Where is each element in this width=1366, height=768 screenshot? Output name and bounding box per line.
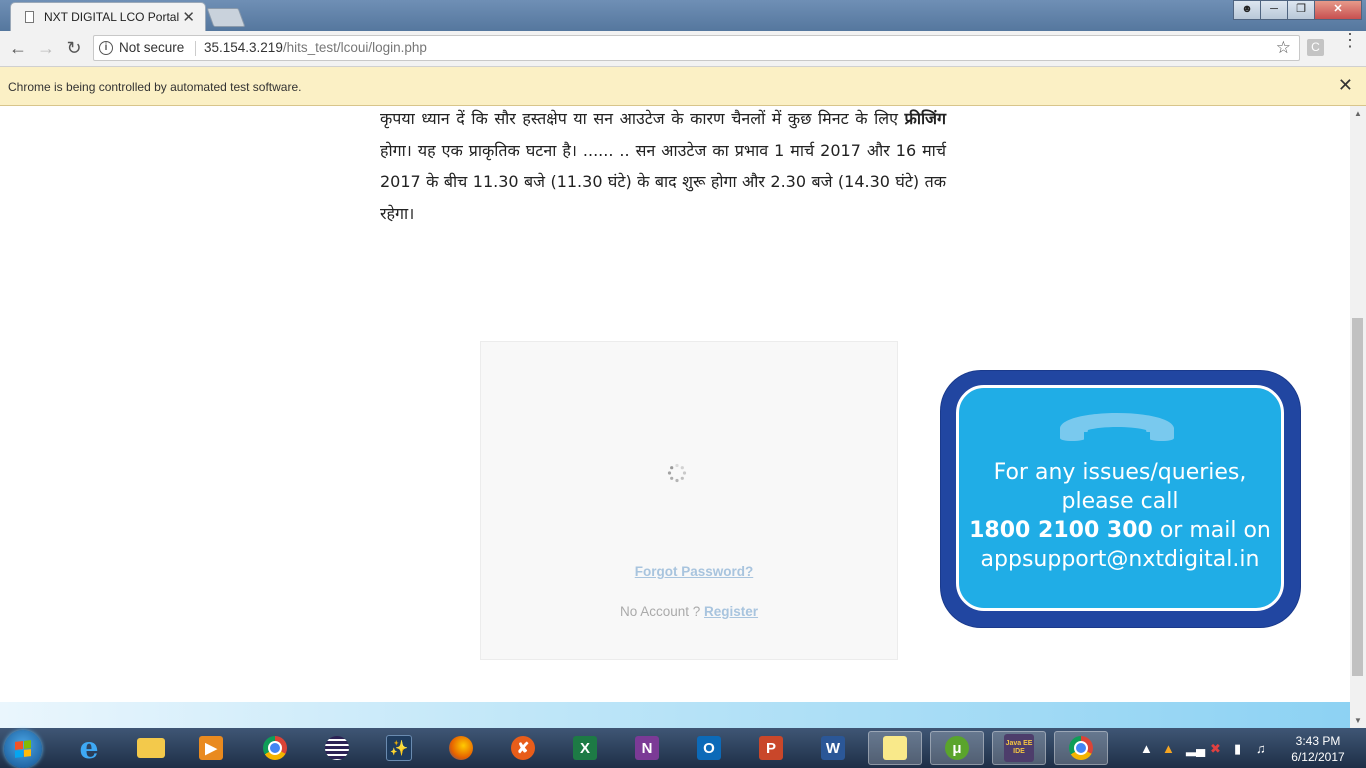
support-banner: For any issues/queries, please call 1800… bbox=[941, 371, 1300, 627]
tool-icon[interactable]: ✘ bbox=[502, 731, 544, 765]
clock-date: 6/12/2017 bbox=[1291, 750, 1345, 764]
support-line-3: 1800 2100 300 or mail on bbox=[959, 516, 1281, 545]
close-window-button[interactable]: ✕ bbox=[1314, 0, 1362, 20]
security-indicator[interactable]: Not secure bbox=[119, 40, 184, 55]
document-icon bbox=[25, 11, 34, 23]
forward-icon[interactable]: → bbox=[36, 38, 56, 58]
divider bbox=[195, 41, 196, 56]
sticky-notes-icon[interactable] bbox=[868, 731, 922, 765]
forgot-password-link[interactable]: Forgot Password? bbox=[481, 564, 897, 579]
register-link[interactable]: Register bbox=[704, 604, 758, 619]
battery-icon[interactable]: ▮ bbox=[1234, 741, 1241, 757]
avast-icon[interactable]: ▲ bbox=[1162, 741, 1175, 756]
scroll-down-icon[interactable]: ▼ bbox=[1354, 716, 1362, 725]
extension-icon[interactable]: C bbox=[1307, 39, 1324, 56]
java-ee-label: Java EE IDE bbox=[1004, 734, 1034, 762]
sun-outage-notice: कृपया ध्यान दें कि सौर हस्तक्षेप या सन आ… bbox=[380, 106, 946, 229]
java-ee-ide-icon[interactable]: Java EE IDE bbox=[992, 731, 1046, 765]
utorrent-icon[interactable]: μ bbox=[930, 731, 984, 765]
support-phone: 1800 2100 300 bbox=[969, 518, 1153, 543]
clock-time: 3:43 PM bbox=[1295, 734, 1341, 748]
support-line-2: please call bbox=[1061, 489, 1179, 514]
automation-infobar: Chrome is being controlled by automated … bbox=[0, 67, 1366, 106]
scrollbar-thumb[interactable] bbox=[1352, 318, 1363, 676]
volume-icon[interactable]: ♫ bbox=[1256, 741, 1266, 756]
system-clock[interactable]: 3:43 PM 6/12/2017 bbox=[1280, 733, 1356, 765]
address-bar[interactable]: i Not secure 35.154.3.219/hits_test/lcou… bbox=[93, 35, 1300, 61]
word-icon[interactable]: W bbox=[812, 731, 854, 765]
signal-icon[interactable]: ▂▄ bbox=[1186, 741, 1205, 757]
info-icon[interactable]: i bbox=[99, 41, 113, 55]
support-email: appsupport@nxtdigital.in bbox=[980, 547, 1260, 572]
url-host: 35.154.3.219 bbox=[204, 40, 283, 55]
internet-explorer-icon[interactable]: e bbox=[68, 731, 110, 766]
media-player-icon[interactable]: ▶ bbox=[190, 731, 232, 765]
notice-text-continued: होगा। यह एक प्राकृतिक घटना है। ...... ..… bbox=[380, 140, 946, 223]
outlook-icon[interactable]: O bbox=[688, 731, 730, 765]
excel-icon[interactable]: X bbox=[564, 731, 606, 765]
page-content: कृपया ध्यान दें कि सौर हस्तक्षेप या सन आ… bbox=[0, 106, 1350, 728]
windows-logo-icon bbox=[15, 740, 31, 758]
outlook-label: O bbox=[697, 736, 721, 760]
firefox-icon[interactable] bbox=[440, 731, 482, 765]
title-bar: NXT DIGITAL LCO Portal ✕ ☻ ─ ❐ ✕ bbox=[0, 0, 1366, 31]
file-explorer-icon[interactable] bbox=[130, 731, 172, 765]
powerpoint-icon[interactable]: P bbox=[750, 731, 792, 765]
bookmark-star-icon[interactable]: ☆ bbox=[1276, 38, 1291, 58]
back-icon[interactable]: ← bbox=[8, 38, 28, 58]
window-controls: ☻ ─ ❐ ✕ bbox=[1233, 0, 1362, 20]
url-path: /hits_test/lcoui/login.php bbox=[282, 40, 427, 55]
browser-tab[interactable]: NXT DIGITAL LCO Portal ✕ bbox=[10, 2, 206, 31]
support-text: For any issues/queries, please call 1800… bbox=[959, 458, 1281, 574]
infobar-message: Chrome is being controlled by automated … bbox=[8, 80, 302, 94]
loading-spinner-icon bbox=[667, 463, 687, 483]
network-icon[interactable]: ✖ bbox=[1210, 741, 1221, 757]
eclipse-icon[interactable] bbox=[316, 731, 358, 765]
support-line-1: For any issues/queries, bbox=[993, 460, 1247, 485]
tab-title: NXT DIGITAL LCO Portal bbox=[44, 10, 180, 24]
start-button[interactable] bbox=[4, 730, 42, 768]
new-tab-button[interactable] bbox=[206, 8, 246, 27]
onenote-icon[interactable]: N bbox=[626, 731, 668, 765]
user-icon[interactable]: ☻ bbox=[1233, 0, 1261, 20]
login-panel: Forgot Password? No Account ? Register bbox=[480, 341, 898, 660]
chrome-icon[interactable] bbox=[254, 731, 296, 765]
browser-toolbar: ← → ↻ i Not secure 35.154.3.219/hits_tes… bbox=[0, 31, 1366, 67]
word-label: W bbox=[821, 736, 845, 760]
powerpoint-label: P bbox=[759, 736, 783, 760]
register-prompt: No Account ? Register bbox=[481, 604, 897, 619]
minimize-button[interactable]: ─ bbox=[1260, 0, 1288, 20]
telephone-icon bbox=[1060, 413, 1174, 441]
tab-close-icon[interactable]: ✕ bbox=[182, 8, 195, 26]
url-text[interactable]: 35.154.3.219/hits_test/lcoui/login.php bbox=[204, 40, 427, 55]
excel-label: X bbox=[573, 736, 597, 760]
scroll-up-icon[interactable]: ▲ bbox=[1354, 109, 1362, 118]
support-mail-prefix: or mail on bbox=[1152, 518, 1271, 543]
menu-icon[interactable]: ⋮ bbox=[1341, 31, 1359, 49]
support-banner-inner: For any issues/queries, please call 1800… bbox=[956, 385, 1284, 611]
show-hidden-icons-icon[interactable]: ▲ bbox=[1140, 741, 1153, 756]
notice-bold-word: फ्रीजिंग bbox=[904, 109, 946, 128]
footer-band bbox=[0, 702, 1350, 728]
infobar-close-icon[interactable]: ✕ bbox=[1338, 75, 1353, 96]
vertical-scrollbar[interactable]: ▲ ▼ bbox=[1350, 106, 1366, 728]
chrome-active-icon[interactable] bbox=[1054, 731, 1108, 765]
no-account-label: No Account ? bbox=[619, 604, 705, 619]
mysql-workbench-icon[interactable]: ✨ bbox=[378, 731, 420, 765]
maximize-button[interactable]: ❐ bbox=[1287, 0, 1315, 20]
windows-taskbar: e ▶ ✨ ✘ X N O P W μ Java EE IDE ▲ ▲ ▂▄ ✖… bbox=[0, 728, 1366, 768]
reload-icon[interactable]: ↻ bbox=[64, 38, 84, 58]
notice-text: कृपया ध्यान दें कि सौर हस्तक्षेप या सन आ… bbox=[380, 109, 905, 128]
onenote-label: N bbox=[635, 736, 659, 760]
